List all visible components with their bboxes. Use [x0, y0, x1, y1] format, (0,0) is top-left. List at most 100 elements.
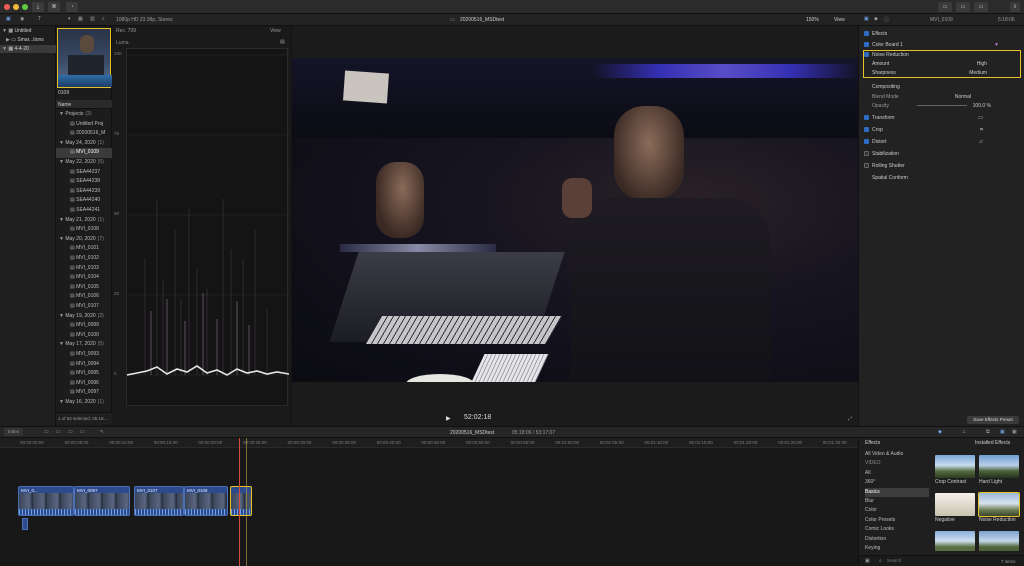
checkbox[interactable]	[864, 42, 869, 48]
browser-row[interactable]: ▤ MVI_0093	[56, 350, 112, 360]
opacity-value[interactable]: 100.0 %	[973, 101, 991, 111]
browser-row[interactable]: ▤ SEA44239	[56, 187, 112, 197]
browser-list-header[interactable]: Name	[56, 100, 112, 109]
disclosure-triangle-icon[interactable]: ▼	[56, 217, 65, 223]
import-icon[interactable]: ⤓	[32, 2, 44, 12]
filter-icon[interactable]: ▾	[68, 16, 71, 22]
overwrite-clip-icon[interactable]: ▭	[80, 429, 85, 435]
browser-row[interactable]: ▤ Untitled Proj	[56, 120, 112, 130]
effects-category-item[interactable]: Color	[865, 506, 929, 515]
checkbox[interactable]	[864, 127, 869, 133]
disclosure-triangle-icon[interactable]: ▼	[56, 140, 65, 146]
browser-row[interactable]: ▤ MVI_0103	[56, 264, 112, 274]
timeline-clip[interactable]: MVI_0...	[18, 486, 74, 516]
info-inspector-icon[interactable]: ⓘ	[884, 16, 889, 23]
scope-mode[interactable]: Rec. 709	[116, 28, 136, 34]
browser-row[interactable]: ▼ May 16, 2020 (1)	[56, 398, 112, 408]
browser-row[interactable]: ▤ SEA44238	[56, 177, 112, 187]
connect-clip-icon[interactable]: ▭	[44, 429, 49, 435]
library-item[interactable]: ▶ ▭ Smar...tions	[6, 36, 44, 44]
stabilization-row[interactable]: Stabilization	[859, 149, 1024, 159]
checkbox[interactable]	[864, 115, 869, 121]
browser-row[interactable]: ▤ MVI_0095	[56, 369, 112, 379]
browser-row[interactable]: ▼ May 21, 2020 (1)	[56, 216, 112, 226]
show-browser-icon[interactable]: ▭	[956, 2, 970, 12]
minimize-window-button[interactable]	[13, 4, 19, 10]
browser-row[interactable]: ▤ MVI_0097	[56, 388, 112, 398]
browser-row[interactable]: ▤ MVI_0105	[56, 283, 112, 293]
titles-icon[interactable]: T	[38, 16, 41, 22]
transform-row[interactable]: Transform ▭	[859, 113, 1024, 123]
zoom-level[interactable]: 150%	[806, 17, 819, 23]
effect-thumbnail[interactable]	[979, 531, 1019, 551]
timeline-clip[interactable]: MVI_0107	[134, 486, 184, 516]
snapping-icon[interactable]: ⧉	[986, 429, 990, 435]
fullscreen-icon[interactable]: ⤢	[848, 416, 852, 422]
browser-row[interactable]: ▤ MVI_0096	[56, 379, 112, 389]
disclosure-triangle-icon[interactable]: ▼	[56, 399, 65, 405]
crop-row[interactable]: Crop ⌗	[859, 125, 1024, 135]
select-tool-icon[interactable]: ↖	[100, 429, 104, 435]
browser-row[interactable]: ▼ May 17, 2020 (5)	[56, 340, 112, 350]
installed-effects-menu[interactable]: Installed Effects	[975, 440, 1010, 446]
effect-thumbnail[interactable]	[979, 455, 1019, 478]
play-icon[interactable]: ▶	[446, 415, 451, 422]
browser-row[interactable]: ▤ MVI_0094	[56, 360, 112, 370]
clip-appearance-icon[interactable]: ▦	[78, 16, 83, 22]
filmstrip-icon[interactable]: ▥	[90, 16, 95, 22]
transitions-browser-icon[interactable]: ▣	[1012, 429, 1017, 435]
video-frame[interactable]	[292, 58, 858, 382]
playhead[interactable]	[239, 438, 240, 566]
share-icon[interactable]: ⇪	[1010, 2, 1020, 12]
crop-icon[interactable]: ⌗	[980, 125, 983, 135]
checkbox[interactable]	[864, 151, 869, 157]
timeline-clip[interactable]	[230, 486, 252, 516]
browser-row[interactable]: ▤ MVI_0109	[56, 148, 112, 158]
effect-thumbnail[interactable]	[935, 531, 975, 551]
keyword-icon[interactable]: ⌘	[48, 2, 60, 12]
browser-row[interactable]: ▤ SEA44241	[56, 206, 112, 216]
effects-category-item[interactable]: 360°	[865, 478, 929, 487]
browser-row[interactable]: ▤ MVI_0107	[56, 302, 112, 312]
effects-category-item[interactable]: All	[865, 469, 929, 478]
disclosure-triangle-icon[interactable]: ▼	[56, 313, 65, 319]
compositing-header[interactable]: Compositing	[859, 82, 1024, 92]
distort-icon[interactable]: ▱	[979, 137, 983, 147]
browser-row[interactable]: ▤ MVI_0106	[56, 292, 112, 302]
scope-settings-icon[interactable]: ▤	[280, 39, 285, 45]
rolling-shutter-row[interactable]: Rolling Shutter	[859, 161, 1024, 171]
filmstrip-thumbnail[interactable]	[57, 28, 112, 88]
browser-row[interactable]: ▤ MVI_0100	[56, 331, 112, 341]
distort-row[interactable]: Distort ▱	[859, 137, 1024, 147]
audio-clip[interactable]	[22, 518, 28, 530]
browser-row[interactable]: ▤ 20200516_M	[56, 129, 112, 139]
effects-category-item[interactable]: Basics	[865, 487, 929, 497]
checkbox[interactable]	[864, 52, 869, 58]
browser-row[interactable]: ▤ SEA44237	[56, 168, 112, 178]
disclosure-triangle-icon[interactable]: ▼	[56, 341, 65, 347]
spatial-conform-row[interactable]: Spatial Conform	[859, 173, 1024, 183]
timeline-clip[interactable]: MVI_0108	[184, 486, 228, 516]
effects-category-item[interactable]: Comic Looks	[865, 525, 929, 534]
opacity-slider[interactable]	[917, 105, 967, 106]
color-inspector-icon[interactable]: ◆	[874, 16, 878, 22]
browser-row[interactable]: ▼ Projects (2)	[56, 110, 112, 120]
browser-row[interactable]: ▤ MVI_0099	[56, 321, 112, 331]
effect-thumbnail-selected[interactable]	[978, 492, 1020, 517]
photos-icon[interactable]: ◉	[20, 16, 24, 22]
append-clip-icon[interactable]: ▭	[68, 429, 73, 435]
sidebar-toggle-icon[interactable]: ▣	[865, 558, 870, 564]
effects-section-header[interactable]: Effects	[859, 29, 1024, 39]
browser-row[interactable]: ▤ MVI_0104	[56, 273, 112, 283]
browser-row[interactable]: ▼ May 24, 2020 (1)	[56, 139, 112, 149]
disclosure-triangle-icon[interactable]: ▼	[56, 236, 65, 242]
audio-skimming-icon[interactable]: ♫	[962, 429, 966, 435]
layout-icon[interactable]: ▭	[938, 2, 952, 12]
viewer-view-menu[interactable]: View	[834, 17, 845, 23]
video-inspector-icon[interactable]: ▣	[864, 16, 869, 22]
libraries-icon[interactable]: ▣	[6, 16, 11, 22]
search-icon[interactable]: ⌕	[102, 16, 105, 22]
browser-row[interactable]: ▤ MVI_0102	[56, 254, 112, 264]
effects-category-item[interactable]: Color Presets	[865, 516, 929, 525]
color-board-icon[interactable]: ▼	[994, 40, 999, 50]
